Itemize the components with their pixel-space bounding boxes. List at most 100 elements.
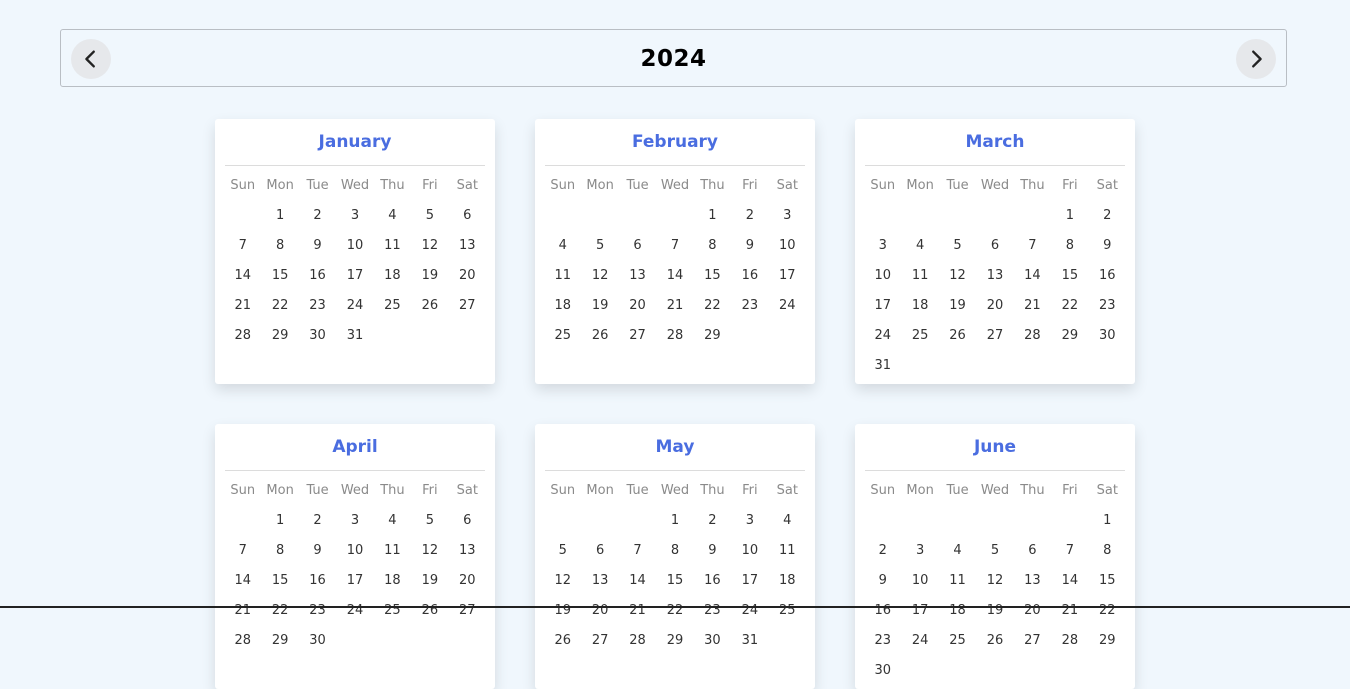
day-cell[interactable]: 5 — [939, 236, 976, 266]
day-cell[interactable]: 5 — [581, 236, 618, 266]
day-cell[interactable]: 28 — [1051, 631, 1088, 661]
day-cell[interactable]: 20 — [449, 266, 486, 296]
day-cell[interactable]: 30 — [1089, 326, 1126, 356]
day-cell[interactable]: 15 — [261, 266, 298, 296]
day-cell[interactable]: 17 — [336, 571, 373, 601]
day-cell[interactable]: 20 — [449, 571, 486, 601]
day-cell[interactable]: 6 — [976, 236, 1013, 266]
day-cell[interactable]: 2 — [694, 511, 731, 541]
day-cell[interactable]: 1 — [261, 206, 298, 236]
day-cell[interactable]: 27 — [1014, 631, 1051, 661]
day-cell[interactable]: 4 — [374, 511, 411, 541]
day-cell[interactable]: 13 — [976, 266, 1013, 296]
day-cell[interactable]: 18 — [769, 571, 806, 601]
day-cell[interactable]: 7 — [224, 236, 261, 266]
day-cell[interactable]: 23 — [299, 296, 336, 326]
day-cell[interactable]: 13 — [449, 541, 486, 571]
day-cell[interactable]: 19 — [411, 571, 448, 601]
day-cell[interactable]: 12 — [544, 571, 581, 601]
day-cell[interactable]: 11 — [939, 571, 976, 601]
day-cell[interactable]: 3 — [336, 511, 373, 541]
day-cell[interactable]: 6 — [619, 236, 656, 266]
day-cell[interactable]: 12 — [939, 266, 976, 296]
day-cell[interactable]: 17 — [769, 266, 806, 296]
day-cell[interactable]: 15 — [261, 571, 298, 601]
day-cell[interactable]: 1 — [261, 511, 298, 541]
day-cell[interactable]: 18 — [901, 296, 938, 326]
day-cell[interactable]: 1 — [1089, 511, 1126, 541]
day-cell[interactable]: 24 — [769, 296, 806, 326]
day-cell[interactable]: 28 — [656, 326, 693, 356]
day-cell[interactable]: 2 — [299, 206, 336, 236]
day-cell[interactable]: 8 — [261, 541, 298, 571]
day-cell[interactable]: 5 — [411, 511, 448, 541]
day-cell[interactable]: 29 — [261, 326, 298, 356]
day-cell[interactable]: 15 — [694, 266, 731, 296]
day-cell[interactable]: 28 — [619, 631, 656, 661]
day-cell[interactable]: 26 — [976, 631, 1013, 661]
day-cell[interactable]: 2 — [864, 541, 901, 571]
day-cell[interactable]: 24 — [864, 326, 901, 356]
day-cell[interactable]: 13 — [619, 266, 656, 296]
day-cell[interactable]: 8 — [1089, 541, 1126, 571]
day-cell[interactable]: 14 — [1014, 266, 1051, 296]
day-cell[interactable]: 16 — [1089, 266, 1126, 296]
day-cell[interactable]: 14 — [619, 571, 656, 601]
day-cell[interactable]: 16 — [694, 571, 731, 601]
day-cell[interactable]: 4 — [374, 206, 411, 236]
day-cell[interactable]: 3 — [901, 541, 938, 571]
day-cell[interactable]: 12 — [976, 571, 1013, 601]
day-cell[interactable]: 10 — [864, 266, 901, 296]
day-cell[interactable]: 31 — [336, 326, 373, 356]
day-cell[interactable]: 9 — [731, 236, 768, 266]
day-cell[interactable]: 9 — [299, 236, 336, 266]
day-cell[interactable]: 25 — [544, 326, 581, 356]
day-cell[interactable]: 14 — [1051, 571, 1088, 601]
day-cell[interactable]: 14 — [224, 571, 261, 601]
day-cell[interactable]: 21 — [224, 296, 261, 326]
day-cell[interactable]: 5 — [411, 206, 448, 236]
day-cell[interactable]: 23 — [731, 296, 768, 326]
day-cell[interactable]: 10 — [336, 541, 373, 571]
day-cell[interactable]: 29 — [656, 631, 693, 661]
day-cell[interactable]: 6 — [449, 206, 486, 236]
day-cell[interactable]: 27 — [619, 326, 656, 356]
day-cell[interactable]: 11 — [374, 541, 411, 571]
day-cell[interactable]: 15 — [656, 571, 693, 601]
day-cell[interactable]: 11 — [544, 266, 581, 296]
day-cell[interactable]: 9 — [1089, 236, 1126, 266]
day-cell[interactable]: 10 — [336, 236, 373, 266]
day-cell[interactable]: 26 — [581, 326, 618, 356]
day-cell[interactable]: 10 — [901, 571, 938, 601]
day-cell[interactable]: 29 — [261, 631, 298, 661]
day-cell[interactable]: 4 — [901, 236, 938, 266]
day-cell[interactable]: 18 — [374, 266, 411, 296]
day-cell[interactable]: 19 — [939, 296, 976, 326]
day-cell[interactable]: 22 — [261, 296, 298, 326]
day-cell[interactable]: 11 — [901, 266, 938, 296]
day-cell[interactable]: 11 — [769, 541, 806, 571]
day-cell[interactable]: 28 — [224, 326, 261, 356]
day-cell[interactable]: 16 — [299, 571, 336, 601]
day-cell[interactable]: 29 — [1051, 326, 1088, 356]
day-cell[interactable]: 1 — [1051, 206, 1088, 236]
day-cell[interactable]: 24 — [901, 631, 938, 661]
next-year-button[interactable] — [1236, 39, 1276, 79]
day-cell[interactable]: 18 — [374, 571, 411, 601]
day-cell[interactable]: 12 — [581, 266, 618, 296]
day-cell[interactable]: 30 — [299, 326, 336, 356]
day-cell[interactable]: 20 — [619, 296, 656, 326]
day-cell[interactable]: 14 — [656, 266, 693, 296]
day-cell[interactable]: 8 — [1051, 236, 1088, 266]
day-cell[interactable]: 9 — [864, 571, 901, 601]
day-cell[interactable]: 27 — [449, 296, 486, 326]
day-cell[interactable]: 28 — [224, 631, 261, 661]
day-cell[interactable]: 9 — [694, 541, 731, 571]
day-cell[interactable]: 19 — [581, 296, 618, 326]
day-cell[interactable]: 11 — [374, 236, 411, 266]
day-cell[interactable]: 5 — [976, 541, 1013, 571]
day-cell[interactable]: 21 — [1014, 296, 1051, 326]
day-cell[interactable]: 30 — [694, 631, 731, 661]
day-cell[interactable]: 29 — [1089, 631, 1126, 661]
day-cell[interactable]: 15 — [1051, 266, 1088, 296]
